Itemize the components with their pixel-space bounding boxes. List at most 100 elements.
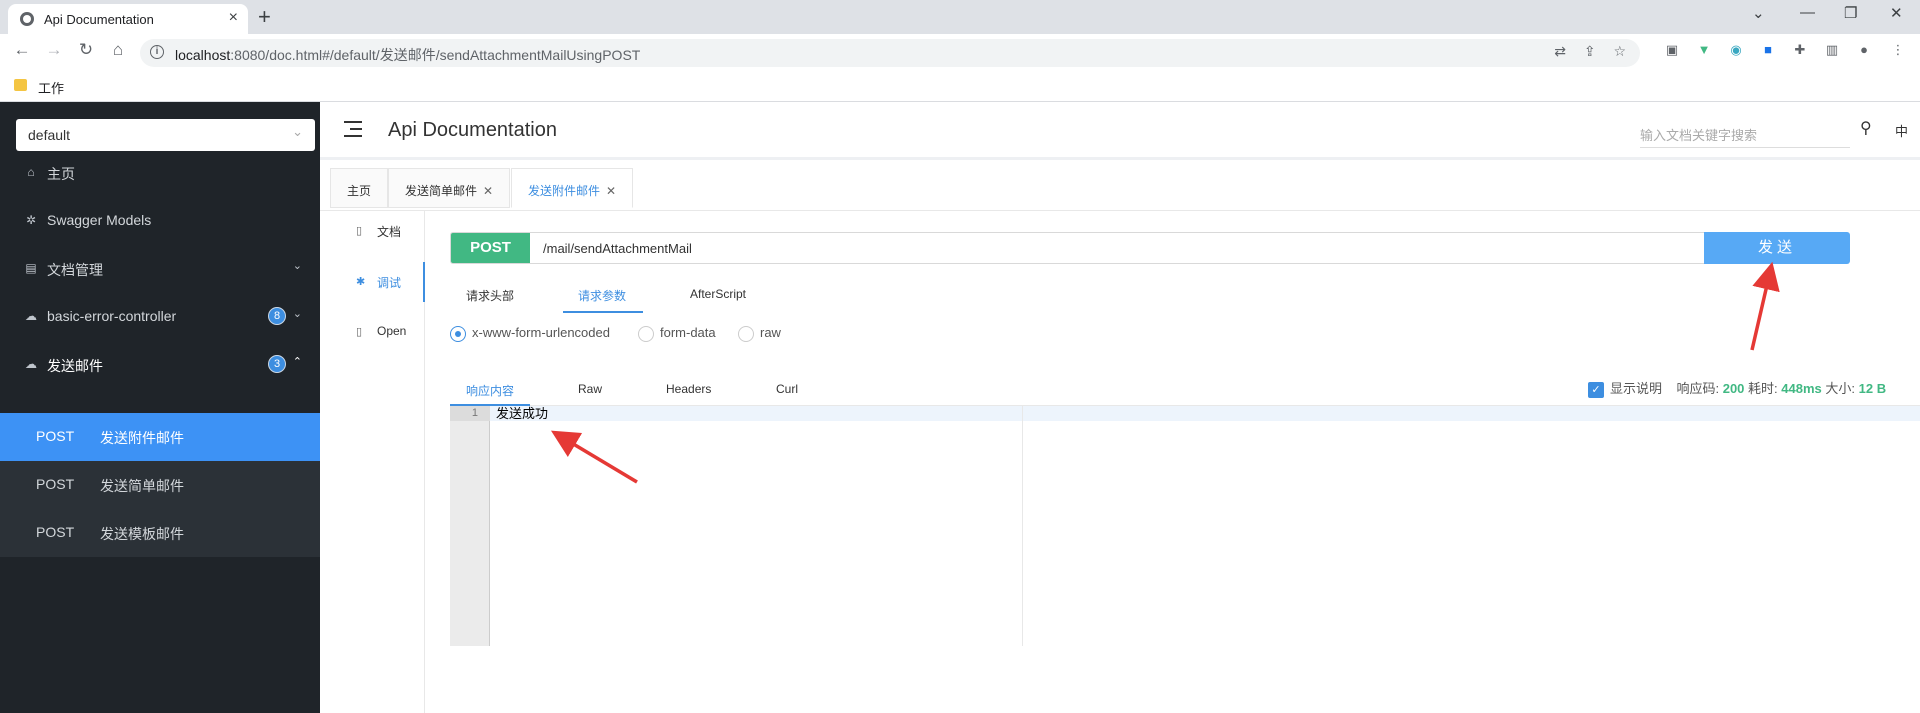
nav-label: Open (377, 324, 407, 338)
tab-label: 发送简单邮件 (405, 184, 478, 198)
nav-debug[interactable]: ✱ 调试 (320, 262, 425, 302)
http-method: POST (36, 524, 75, 540)
file-icon: ▯ (356, 326, 363, 338)
tab-request-params[interactable]: 请求参数 (578, 287, 626, 304)
count-badge: 3 (268, 355, 286, 373)
time-label: 耗时: (1748, 381, 1778, 396)
active-tab-indicator (563, 311, 643, 313)
tab-response-content[interactable]: 响应内容 (466, 382, 514, 399)
side-panel-icon[interactable]: ▥ (1824, 42, 1840, 58)
translate-icon[interactable]: ⇄ (1554, 43, 1566, 59)
tab-search-icon[interactable]: ⌄ (1752, 4, 1765, 22)
line-gutter: 1 (450, 406, 490, 646)
chevron-up-icon: ⌃ (292, 356, 302, 368)
doc-manage-icon: ▤ (25, 261, 37, 275)
sidebar-item-doc-manage[interactable]: ▤ 文档管理 ⌄ (0, 245, 320, 293)
response-code: 200 (1722, 381, 1745, 396)
tab-response-raw[interactable]: Raw (578, 382, 602, 396)
menu-collapse-icon[interactable] (344, 121, 362, 137)
browser-tab[interactable]: Api Documentation × (8, 4, 248, 34)
chevron-down-icon: ⌄ (292, 260, 302, 272)
radio-urlencoded[interactable]: x-www-form-urlencoded (450, 325, 610, 342)
sidebar-item-label: 主页 (47, 166, 75, 182)
close-icon[interactable]: ✕ (606, 184, 616, 198)
tab-label: 主页 (347, 184, 372, 198)
request-path-input[interactable]: /mail/sendAttachmentMail (543, 241, 692, 256)
sidebar-item-home[interactable]: ⌂ 主页 (0, 149, 320, 197)
bug-icon: ✱ (356, 276, 366, 288)
search-icon[interactable]: ⚲ (1860, 118, 1872, 138)
profile-icon[interactable]: ● (1856, 42, 1872, 58)
minimize-icon[interactable]: — (1800, 4, 1815, 21)
chevron-down-icon: ⌄ (292, 308, 302, 320)
sidebar-item-label: Swagger Models (47, 212, 152, 228)
response-meta: ✓ 显示说明 响应码: 200 耗时: 448ms 大小: 12 B (1588, 378, 1886, 398)
vue-devtools-icon[interactable]: ▼ (1696, 42, 1712, 58)
folder-icon (14, 79, 27, 91)
sidebar-item-send-mail[interactable]: ☁ 发送邮件 3 ⌃ (0, 341, 320, 389)
extension-icon[interactable]: ▣ (1664, 42, 1680, 58)
app-header: Api Documentation 输入文档关键字搜索 ⚲ 中 (320, 102, 1920, 160)
close-window-icon[interactable]: ✕ (1890, 4, 1903, 22)
language-toggle[interactable]: 中 (1895, 121, 1908, 140)
document-icon: ▯ (356, 225, 363, 237)
group-select[interactable]: default ⌄ (16, 119, 315, 151)
tab-after-script[interactable]: AfterScript (690, 287, 746, 301)
tab-send-attachment-mail[interactable]: 发送附件邮件 ✕ (511, 168, 634, 208)
response-editor[interactable]: 1 发送成功 (450, 406, 1920, 646)
extension-new-icon[interactable]: ■ (1760, 42, 1776, 58)
home-icon: ⌂ (27, 165, 35, 179)
close-icon[interactable]: ✕ (483, 184, 493, 198)
sidebar-subitem-send-attachment-mail[interactable]: POST 发送附件邮件 (0, 413, 320, 461)
bookmark-folder[interactable]: 工作 (38, 78, 64, 97)
content-type-options: x-www-form-urlencoded form-data raw (450, 325, 1050, 345)
url-field[interactable]: i localhost:8080/doc.html#/default/发送邮件/… (140, 39, 1640, 67)
send-button[interactable]: 发送 (1704, 232, 1850, 264)
close-tab-icon[interactable]: × (229, 9, 238, 27)
response-tabs: 响应内容 Raw Headers Curl ✓ 显示说明 响应码: 200 耗时:… (450, 370, 1920, 406)
tab-home[interactable]: 主页 (330, 168, 389, 208)
url-path: :8080/doc.html#/default/发送邮件/sendAttachm… (230, 47, 641, 63)
sidebar-subitem-send-simple-mail[interactable]: POST 发送简单邮件 (0, 461, 320, 509)
sidebar-subitem-label: 发送模板邮件 (100, 526, 184, 542)
show-desc-checkbox[interactable]: ✓ (1588, 381, 1604, 398)
new-tab-icon[interactable]: + (258, 4, 271, 30)
tab-response-curl[interactable]: Curl (776, 382, 798, 396)
tab-request-headers[interactable]: 请求头部 (466, 287, 514, 304)
back-icon[interactable]: ← (10, 40, 34, 60)
nav-open[interactable]: ▯ Open (320, 312, 425, 352)
page-title: Api Documentation (388, 119, 557, 141)
tab-send-simple-mail[interactable]: 发送简单邮件 ✕ (388, 168, 511, 208)
url-host: localhost (175, 47, 231, 63)
tab-response-headers[interactable]: Headers (666, 382, 711, 396)
http-method: POST (36, 476, 75, 492)
restore-icon[interactable]: ❐ (1844, 4, 1857, 22)
radio-form-data[interactable]: form-data (638, 325, 716, 342)
extension-circle-icon[interactable]: ◉ (1728, 42, 1744, 58)
nav-doc[interactable]: ▯ 文档 (320, 211, 425, 251)
radio-raw[interactable]: raw (738, 325, 781, 342)
sidebar-item-label: basic-error-controller (47, 308, 177, 324)
menu-kebab-icon[interactable]: ⋮ (1890, 42, 1906, 58)
bookmarks-bar: 工作 (0, 70, 1920, 102)
forward-icon[interactable]: → (42, 40, 66, 60)
http-method: POST (36, 428, 75, 444)
line-number: 1 (450, 406, 490, 421)
request-tabs: 请求头部 请求参数 AfterScript (450, 278, 1920, 314)
reload-icon[interactable]: ↻ (74, 40, 98, 60)
nav-label: 文档 (377, 225, 402, 239)
api-detail-nav: ▯ 文档 ✱ 调试 ▯ Open (320, 211, 425, 713)
browser-tab-bar: Api Documentation × + ⌄ — ❐ ✕ (0, 0, 1920, 34)
extensions-puzzle-icon[interactable]: ✚ (1792, 42, 1808, 58)
models-icon: ✲ (25, 213, 37, 227)
bookmark-star-icon[interactable]: ☆ (1613, 43, 1626, 59)
share-icon[interactable]: ⇪ (1584, 43, 1596, 59)
search-input[interactable]: 输入文档关键字搜索 (1640, 118, 1850, 148)
sidebar-item-swagger-models[interactable]: ✲ Swagger Models (0, 197, 320, 245)
count-badge: 8 (268, 307, 286, 325)
sidebar: default ⌄ ⌂ 主页 ✲ Swagger Models ▤ 文档管理 ⌄… (0, 102, 320, 713)
sidebar-subitem-send-template-mail[interactable]: POST 发送模板邮件 (0, 509, 320, 557)
sidebar-item-basic-error-controller[interactable]: ☁ basic-error-controller 8 ⌄ (0, 293, 320, 341)
site-info-icon[interactable]: i (150, 45, 164, 59)
home-button-icon[interactable]: ⌂ (106, 40, 130, 60)
